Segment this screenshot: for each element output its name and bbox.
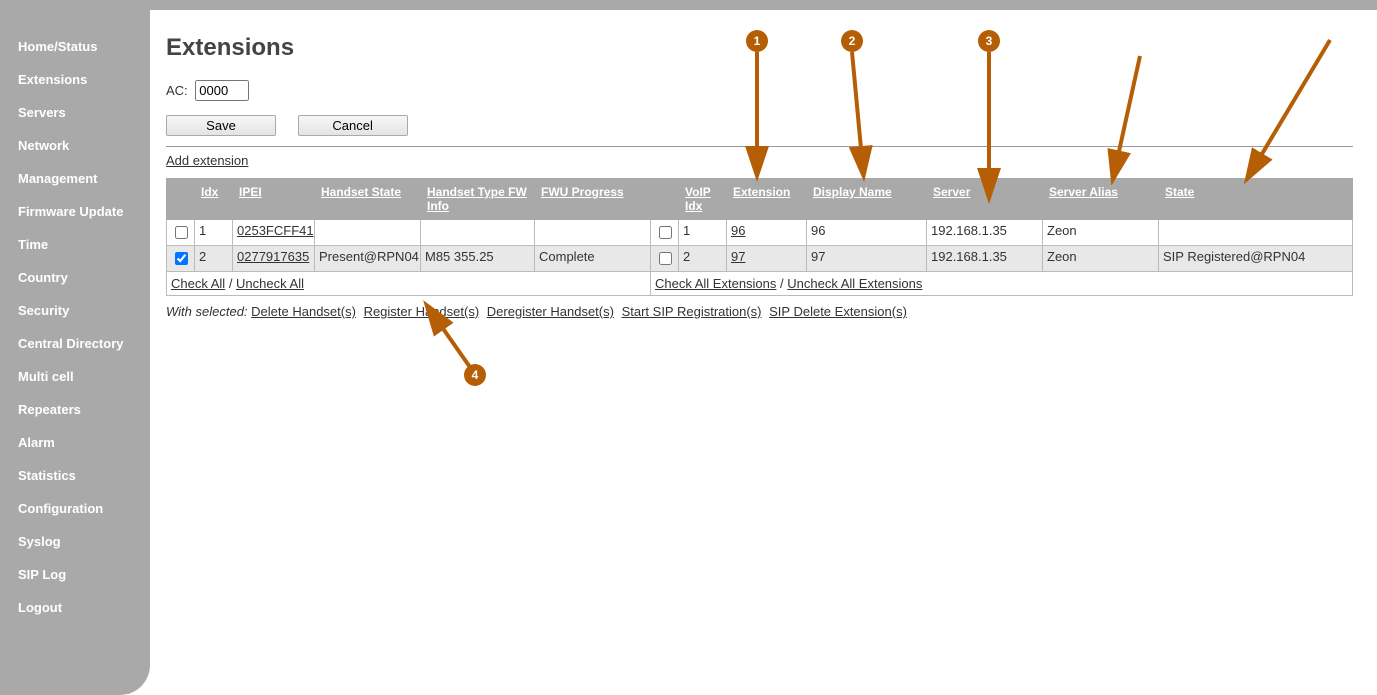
- cell-extension-link[interactable]: 96: [731, 223, 745, 238]
- deregister-handsets-link[interactable]: Deregister Handset(s): [487, 304, 614, 319]
- cell-voip-idx: 2: [679, 246, 727, 272]
- start-sip-registrations-link[interactable]: Start SIP Registration(s): [622, 304, 762, 319]
- sidebar-item-central-directory[interactable]: Central Directory: [0, 327, 150, 360]
- col-ipei[interactable]: IPEI: [233, 179, 315, 220]
- sidebar-item-management[interactable]: Management: [0, 162, 150, 195]
- cell-fwu-progress: [535, 220, 651, 246]
- sidebar: Home/Status Extensions Servers Network M…: [0, 10, 150, 695]
- cell-idx: 2: [195, 246, 233, 272]
- col-fwu-progress[interactable]: FWU Progress: [535, 179, 651, 220]
- button-row: Save Cancel: [166, 115, 1353, 136]
- register-handsets-link[interactable]: Register Handset(s): [364, 304, 480, 319]
- main-content: Extensions AC: Save Cancel Add extension: [150, 10, 1377, 695]
- cell-handset-state: Present@RPN04: [315, 246, 421, 272]
- cell-ipei-link[interactable]: 0277917635: [237, 249, 309, 264]
- cell-ipei-link[interactable]: 0253FCFF41: [237, 223, 314, 238]
- col-handset-type[interactable]: Handset Type FW Info: [421, 179, 535, 220]
- ac-label: AC:: [166, 83, 188, 98]
- col-idx[interactable]: Idx: [195, 179, 233, 220]
- annotation-badge: 4: [464, 364, 486, 386]
- delete-handsets-link[interactable]: Delete Handset(s): [251, 304, 356, 319]
- cell-handset-state: [315, 220, 421, 246]
- sidebar-item-alarm[interactable]: Alarm: [0, 426, 150, 459]
- col-handset-state[interactable]: Handset State: [315, 179, 421, 220]
- sidebar-item-logout[interactable]: Logout: [0, 591, 150, 624]
- cell-extension-link[interactable]: 97: [731, 249, 745, 264]
- voip-checkbox[interactable]: [659, 252, 672, 265]
- uncheck-all-link[interactable]: Uncheck All: [236, 276, 304, 291]
- cell-display-name: 97: [807, 246, 927, 272]
- col-server[interactable]: Server: [927, 179, 1043, 220]
- cell-server: 192.168.1.35: [927, 220, 1043, 246]
- sidebar-item-home-status[interactable]: Home/Status: [0, 30, 150, 63]
- col-server-alias[interactable]: Server Alias: [1043, 179, 1159, 220]
- col-extension[interactable]: Extension: [727, 179, 807, 220]
- separator: [166, 146, 1353, 147]
- cell-state: SIP Registered@RPN04: [1159, 246, 1353, 272]
- sidebar-item-firmware-update[interactable]: Firmware Update: [0, 195, 150, 228]
- row-checkbox[interactable]: [175, 226, 188, 239]
- table-row: 1 0253FCFF41 1 96 96 192.168.1.35 Zeon: [167, 220, 1353, 246]
- extensions-table-wrap: Idx IPEI Handset State Handset Type FW I…: [166, 178, 1353, 296]
- col-voip-checkbox: [651, 179, 679, 220]
- cell-handset-type: [421, 220, 535, 246]
- sidebar-item-multi-cell[interactable]: Multi cell: [0, 360, 150, 393]
- sidebar-item-configuration[interactable]: Configuration: [0, 492, 150, 525]
- sidebar-item-extensions[interactable]: Extensions: [0, 63, 150, 96]
- ac-row: AC:: [166, 80, 1353, 101]
- page-title: Extensions: [166, 34, 1353, 62]
- table-row: 2 0277917635 Present@RPN04 M85 355.25 Co…: [167, 246, 1353, 272]
- add-extension-link[interactable]: Add extension: [166, 153, 248, 168]
- cell-handset-type: M85 355.25: [421, 246, 535, 272]
- cell-server: 192.168.1.35: [927, 246, 1043, 272]
- check-all-link[interactable]: Check All: [171, 276, 225, 291]
- sidebar-item-country[interactable]: Country: [0, 261, 150, 294]
- col-display-name[interactable]: Display Name: [807, 179, 927, 220]
- sidebar-item-repeaters[interactable]: Repeaters: [0, 393, 150, 426]
- check-all-extensions-link[interactable]: Check All Extensions: [655, 276, 776, 291]
- bulk-actions: With selected: Delete Handset(s) Registe…: [166, 304, 1353, 319]
- sidebar-item-sip-log[interactable]: SIP Log: [0, 558, 150, 591]
- table-header-row: Idx IPEI Handset State Handset Type FW I…: [167, 179, 1353, 220]
- sidebar-item-network[interactable]: Network: [0, 129, 150, 162]
- cell-server-alias: Zeon: [1043, 220, 1159, 246]
- extensions-table: Idx IPEI Handset State Handset Type FW I…: [166, 178, 1353, 296]
- top-bar: [0, 0, 1377, 10]
- col-voip-idx[interactable]: VoIP Idx: [679, 179, 727, 220]
- sidebar-item-statistics[interactable]: Statistics: [0, 459, 150, 492]
- uncheck-all-extensions-link[interactable]: Uncheck All Extensions: [787, 276, 922, 291]
- save-button[interactable]: Save: [166, 115, 276, 136]
- col-state[interactable]: State: [1159, 179, 1353, 220]
- sip-delete-extensions-link[interactable]: SIP Delete Extension(s): [769, 304, 907, 319]
- sidebar-item-time[interactable]: Time: [0, 228, 150, 261]
- cell-voip-idx: 1: [679, 220, 727, 246]
- sidebar-item-servers[interactable]: Servers: [0, 96, 150, 129]
- cell-state: [1159, 220, 1353, 246]
- table-footer-row: Check All / Uncheck All Check All Extens…: [167, 272, 1353, 296]
- ac-input[interactable]: [195, 80, 249, 101]
- sidebar-item-syslog[interactable]: Syslog: [0, 525, 150, 558]
- voip-checkbox[interactable]: [659, 226, 672, 239]
- cell-server-alias: Zeon: [1043, 246, 1159, 272]
- actions-prefix: With selected:: [166, 304, 248, 319]
- col-checkbox: [167, 179, 195, 220]
- sidebar-item-security[interactable]: Security: [0, 294, 150, 327]
- cell-fwu-progress: Complete: [535, 246, 651, 272]
- cancel-button[interactable]: Cancel: [298, 115, 408, 136]
- row-checkbox[interactable]: [175, 252, 188, 265]
- cell-idx: 1: [195, 220, 233, 246]
- cell-display-name: 96: [807, 220, 927, 246]
